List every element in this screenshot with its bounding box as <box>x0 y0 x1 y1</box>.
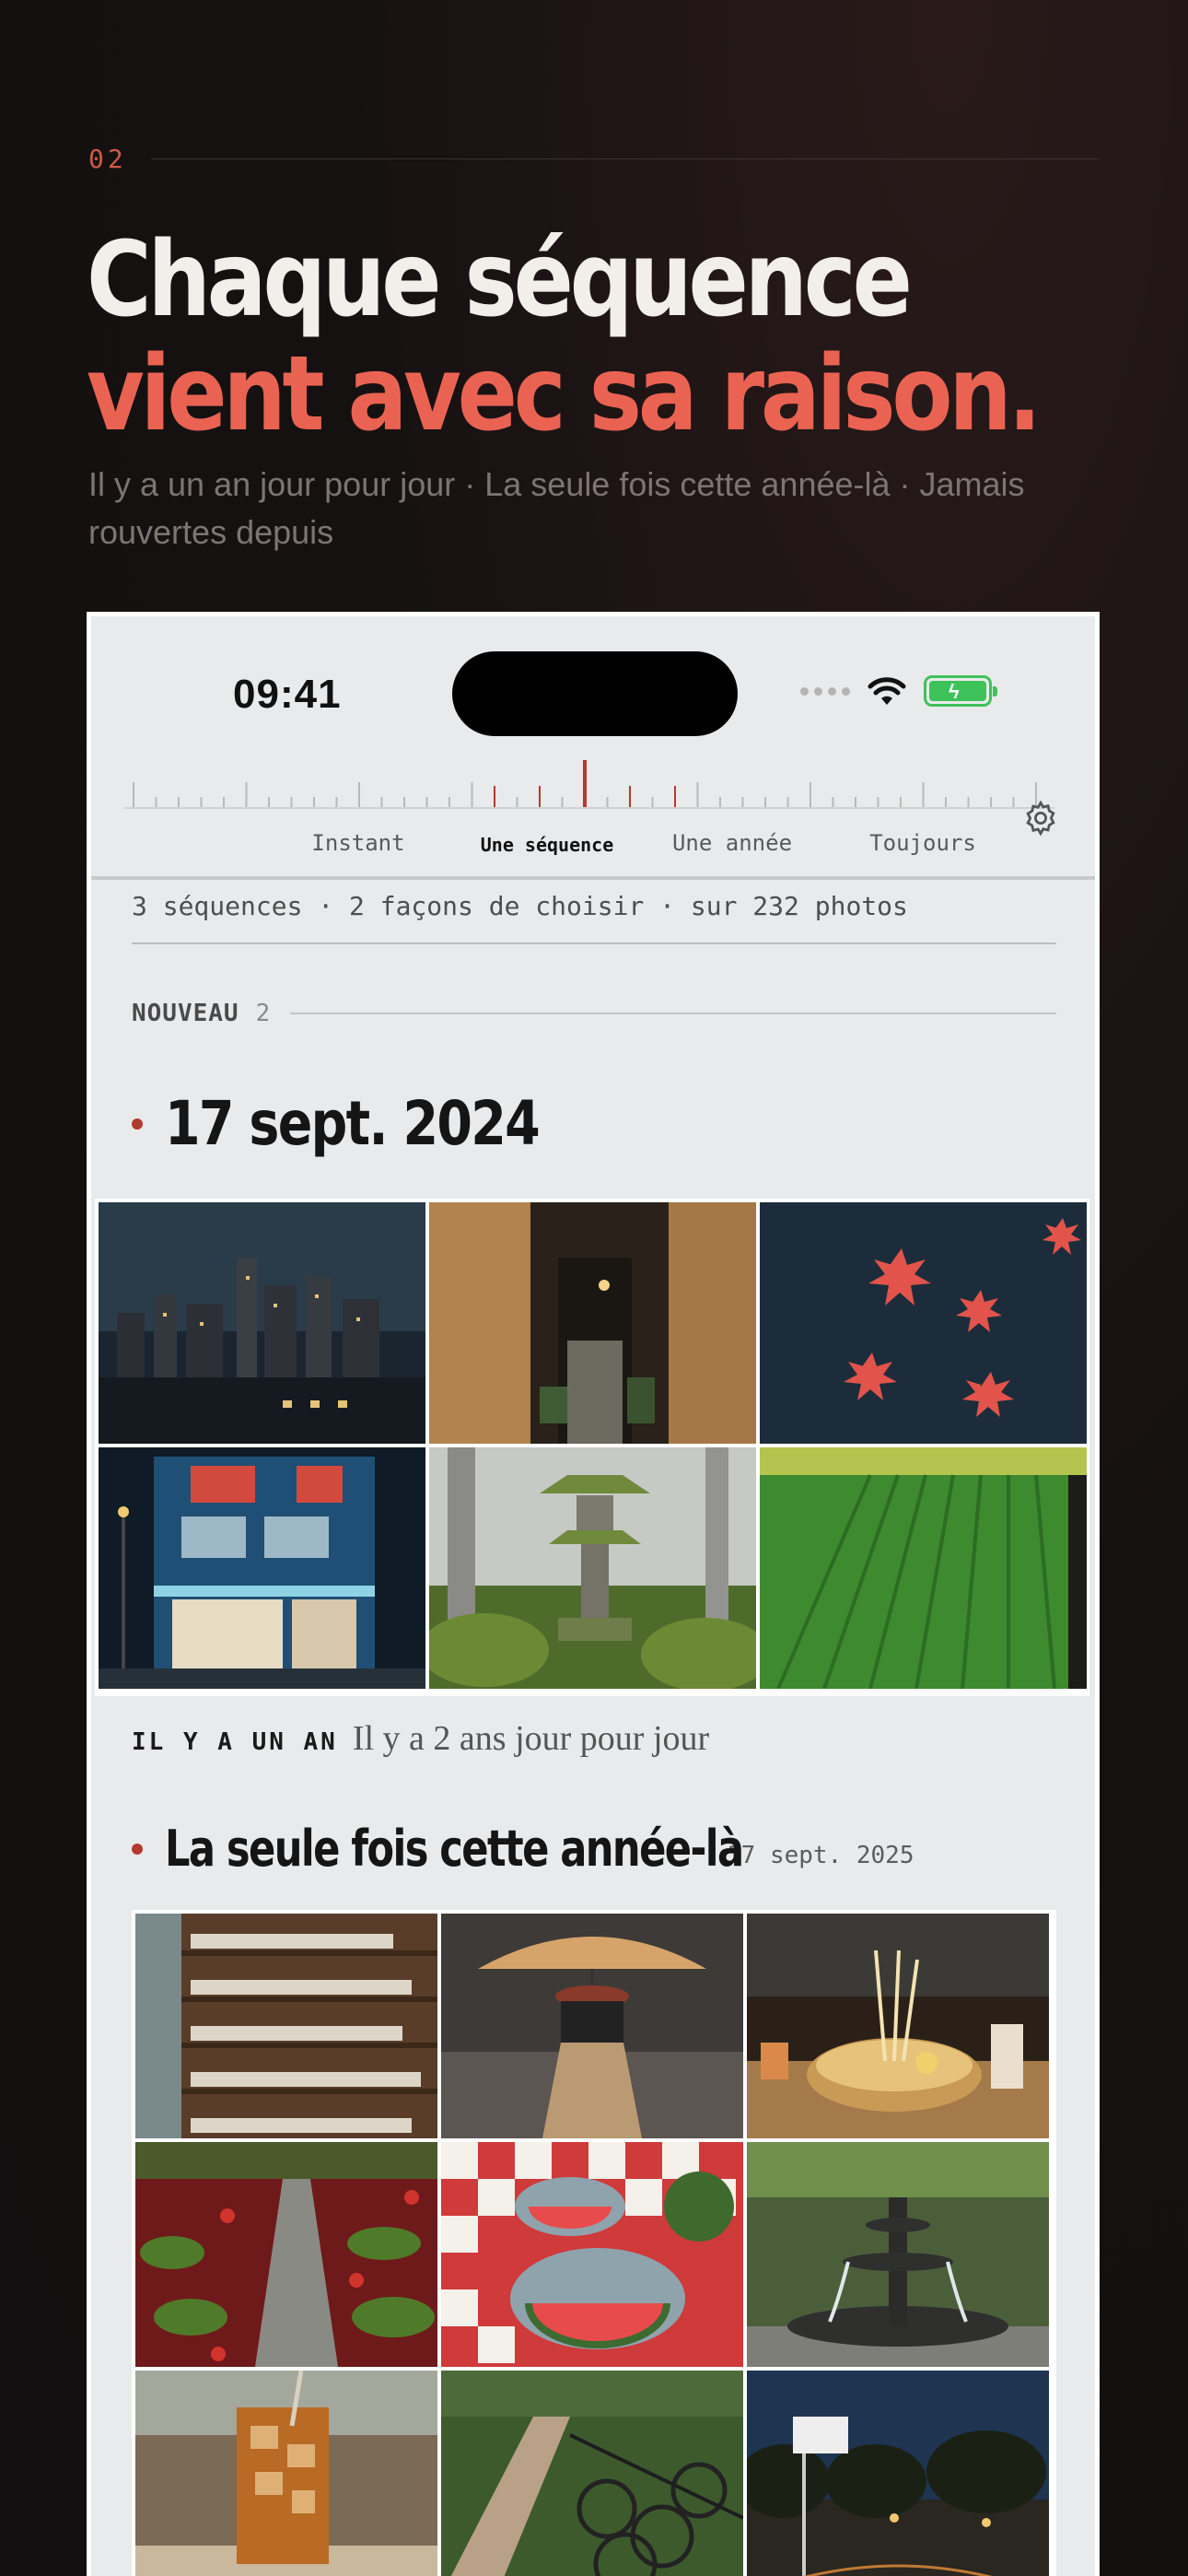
phone-screen: 09:41 ϟ Instant Une séquence Une année T… <box>87 612 1100 2576</box>
nouveau-header: NOUVEAU 2 <box>132 1000 1056 1027</box>
photo-umbrella-street[interactable] <box>441 1914 743 2138</box>
photo-alley-curtains[interactable] <box>429 1202 756 1444</box>
photo-rice-field[interactable] <box>760 1447 1087 1689</box>
headline: Chaque séquence vient avec sa raison. <box>87 220 1042 454</box>
timeline-scale[interactable] <box>124 755 1054 815</box>
status-time: 09:41 <box>233 672 342 717</box>
sequence-2-header: La seule fois cette année-là 17 sept. 20… <box>132 1820 914 1878</box>
photo-ceramic-shelves[interactable] <box>135 1914 437 2138</box>
sequence-2-title: La seule fois cette année-là <box>165 1820 744 1878</box>
scale-option-year[interactable]: Une année <box>672 830 792 856</box>
cellular-dots-icon <box>800 686 850 696</box>
headline-line-1: Chaque séquence <box>87 220 913 340</box>
headline-line-2: vient avec sa raison. <box>87 334 1042 454</box>
memory-caption: IL Y A UN AN Il y a 2 ans jour pour jour <box>132 1718 709 1759</box>
sequence-2-photo-grid <box>132 1910 1056 2576</box>
scale-option-sequence[interactable]: Une séquence <box>481 834 614 856</box>
step-divider <box>150 158 1100 159</box>
nouveau-divider <box>290 1013 1056 1014</box>
photo-maple-leaves[interactable] <box>760 1202 1087 1444</box>
photo-stone-lantern[interactable] <box>429 1447 756 1689</box>
nouveau-label: NOUVEAU <box>132 1000 239 1027</box>
gear-icon[interactable] <box>1021 799 1060 837</box>
memory-text: Il y a 2 ans jour pour jour <box>352 1719 710 1758</box>
photo-city-night[interactable] <box>99 1202 425 1444</box>
photo-convenience-store[interactable] <box>99 1447 425 1689</box>
photo-watermelon-picnic[interactable] <box>441 2142 743 2367</box>
wifi-icon <box>868 677 906 705</box>
step-number: 02 <box>88 143 127 174</box>
photo-ramen-bowl[interactable] <box>747 1914 1049 2138</box>
sequence-1-photo-grid <box>95 1199 1089 1696</box>
photo-leaf-path[interactable] <box>135 2142 437 2367</box>
scale-divider <box>91 876 1095 880</box>
scale-option-instant[interactable]: Instant <box>311 830 404 856</box>
subtitle: Il y a un an jour pour jour · La seule f… <box>88 465 1025 551</box>
new-dot-icon <box>132 1843 143 1855</box>
dynamic-island <box>452 651 738 736</box>
photo-basketball-court[interactable] <box>747 2371 1049 2576</box>
scale-option-always[interactable]: Toujours <box>869 830 976 856</box>
scale-options: Instant Une séquence Une année Toujours <box>91 830 1095 867</box>
summary-text: 3 séquences · 2 façons de choisir · sur … <box>132 891 908 921</box>
status-icons: ϟ <box>800 675 997 707</box>
photo-park-fountain[interactable] <box>747 2142 1049 2367</box>
sequence-2-date: 17 sept. 2025 <box>727 1841 914 1869</box>
summary-divider <box>132 943 1056 944</box>
nouveau-count: 2 <box>255 1000 271 1027</box>
sequence-1-date: 17 sept. 2024 <box>165 1088 541 1159</box>
step-row: 02 <box>88 140 1100 177</box>
photo-iced-tea[interactable] <box>135 2371 437 2576</box>
new-dot-icon <box>132 1118 143 1130</box>
memory-kicker: IL Y A UN AN <box>132 1728 338 1756</box>
battery-charging-icon: ϟ <box>924 675 997 707</box>
photo-bicycles[interactable] <box>441 2371 743 2576</box>
sequence-1-header: 17 sept. 2024 <box>132 1088 610 1159</box>
